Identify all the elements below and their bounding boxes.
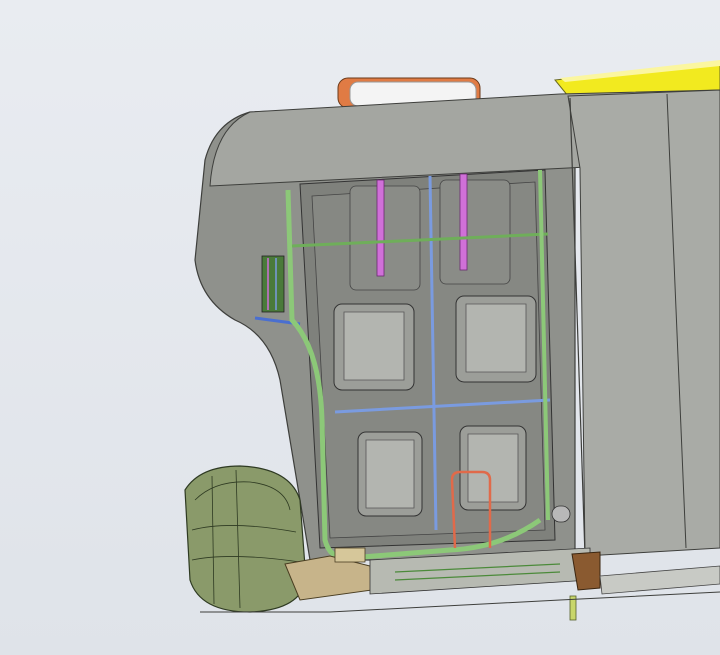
wiring-harness [261,255,285,313]
lower-bracket-assembly[interactable] [284,547,591,621]
cad-model-canvas[interactable] [0,0,720,655]
cad-viewport[interactable] [0,0,720,655]
headlamp-housing[interactable] [184,465,307,613]
